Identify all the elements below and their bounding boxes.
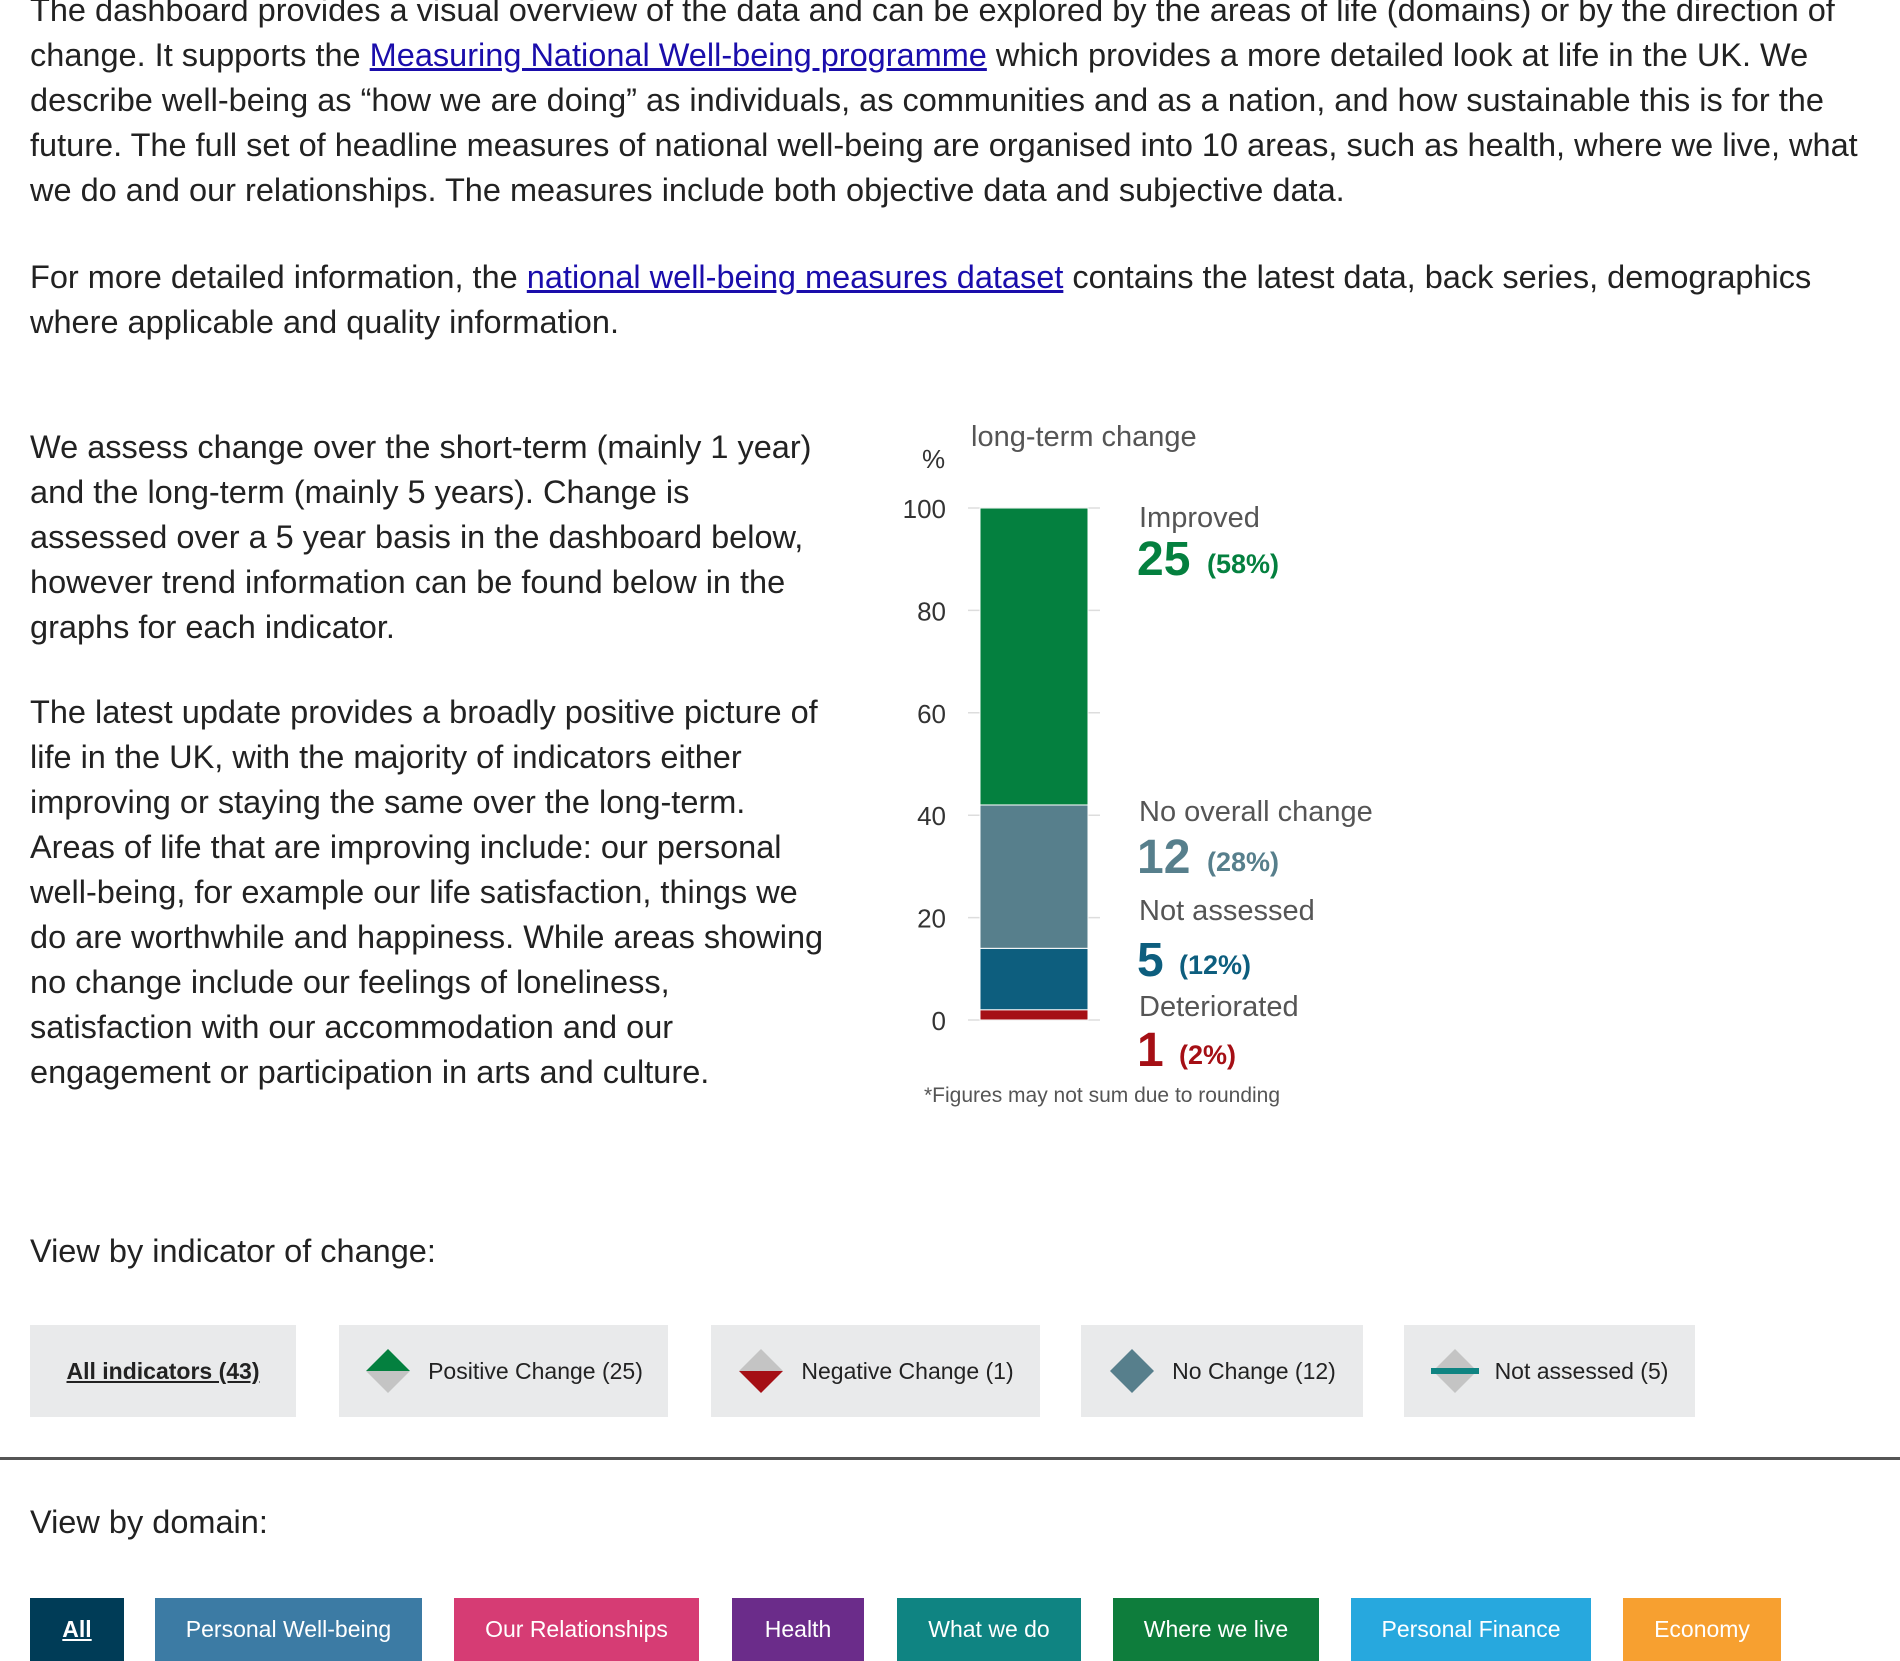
section-divider — [0, 1457, 1900, 1460]
long-term-change-chart: long-term change % 0 20 40 60 80 100 Deterior… — [903, 421, 1373, 1107]
series-pct-no-overall-change: (28%) — [1207, 847, 1279, 877]
not-assessed-label: Not assessed (5) — [1494, 1357, 1669, 1384]
y-tick-label: 0 — [932, 1006, 946, 1036]
series-name-no-overall-change: No overall change — [1139, 796, 1373, 828]
y-axis-label: % — [922, 444, 945, 474]
summary-paragraph-1: We assess change over the short-term (ma… — [30, 429, 812, 645]
change-filter-label: View by indicator of change: — [30, 1233, 436, 1269]
dataset-paragraph: For more detailed information, the natio… — [30, 255, 1890, 345]
domain-button-what-we-do[interactable]: What we do — [897, 1598, 1081, 1661]
not-assessed-icon — [1430, 1349, 1479, 1393]
series-name-deteriorated: Deteriorated — [1139, 991, 1299, 1023]
y-tick-label: 60 — [917, 699, 946, 729]
positive-change-label: Positive Change (25) — [428, 1357, 643, 1384]
domain-filter-group: All Personal Well-being Our Relationship… — [30, 1598, 1880, 1661]
y-tick-label: 100 — [903, 494, 946, 524]
y-tick-label: 80 — [917, 596, 946, 626]
domain-button-where-we-live[interactable]: Where we live — [1113, 1598, 1319, 1661]
bar-segment-deteriorated — [979, 1009, 1089, 1021]
domain-button-our-relationships[interactable]: Our Relationships — [454, 1598, 699, 1661]
summary-paragraph-2: The latest update provides a broadly pos… — [30, 694, 824, 1090]
negative-change-icon — [739, 1349, 784, 1393]
y-tick-label: 20 — [917, 904, 946, 934]
bar-segment-improved — [979, 507, 1089, 806]
domain-filter-label: View by domain: — [30, 1504, 268, 1540]
domain-button-economy[interactable]: Economy — [1623, 1598, 1781, 1661]
series-name-improved: Improved — [1139, 502, 1260, 534]
y-tick-label: 40 — [917, 801, 946, 831]
domain-button-personal-well-being[interactable]: Personal Well-being — [155, 1598, 422, 1661]
bar-segment-not-assessed — [979, 947, 1089, 1011]
not-assessed-button[interactable]: Not assessed (5) — [1404, 1325, 1695, 1417]
chart-title: long-term change — [971, 421, 1197, 453]
series-count-deteriorated: 1 — [1137, 1024, 1164, 1077]
dataset-link[interactable]: national well-being measures dataset — [527, 259, 1064, 295]
negative-change-button[interactable]: Negative Change (1) — [711, 1325, 1040, 1417]
all-indicators-label: All indicators (43) — [66, 1357, 260, 1384]
intro-paragraph: The dashboard provides a visual overview… — [30, 0, 1890, 213]
series-pct-improved: (58%) — [1207, 549, 1279, 579]
series-name-not-assessed: Not assessed — [1139, 895, 1315, 927]
series-count-no-overall-change: 12 — [1137, 831, 1190, 884]
series-count-not-assessed: 5 — [1137, 934, 1164, 987]
negative-change-label: Negative Change (1) — [801, 1357, 1014, 1384]
domain-button-personal-finance[interactable]: Personal Finance — [1351, 1598, 1591, 1661]
dataset-text-a: For more detailed information, the — [30, 259, 527, 295]
series-pct-deteriorated: (2%) — [1179, 1040, 1236, 1070]
chart-footnote: *Figures may not sum due to rounding — [924, 1084, 1280, 1107]
positive-change-button[interactable]: Positive Change (25) — [339, 1325, 668, 1417]
no-change-label: No Change (12) — [1172, 1357, 1336, 1384]
domain-button-all[interactable]: All — [30, 1598, 124, 1661]
change-filter-group: All indicators (43) Positive Change (25)… — [30, 1325, 1730, 1417]
bar-segment-no-overall-change — [979, 804, 1089, 949]
positive-change-icon — [366, 1349, 411, 1393]
series-pct-not-assessed: (12%) — [1179, 950, 1251, 980]
domain-button-health[interactable]: Health — [732, 1598, 864, 1661]
programme-link[interactable]: Measuring National Well-being programme — [370, 37, 987, 73]
summary-text: We assess change over the short-term (ma… — [30, 425, 830, 1095]
no-change-button[interactable]: No Change (12) — [1081, 1325, 1363, 1417]
series-count-improved: 25 — [1137, 533, 1190, 586]
no-change-icon — [1110, 1349, 1155, 1393]
all-indicators-button[interactable]: All indicators (43) — [30, 1325, 296, 1417]
